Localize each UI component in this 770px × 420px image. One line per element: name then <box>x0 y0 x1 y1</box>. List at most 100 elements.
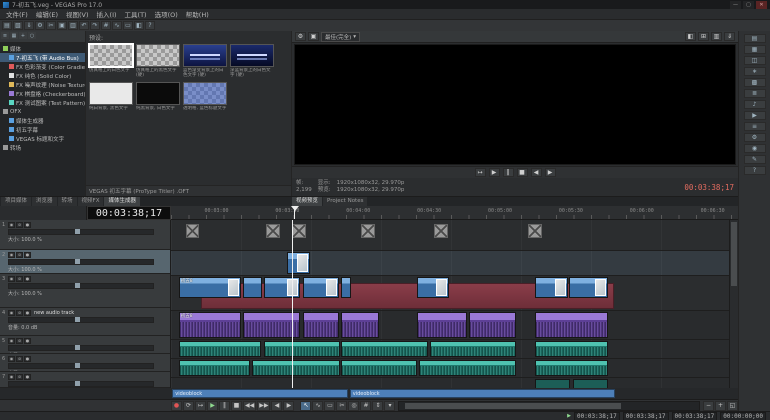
dock-transitions-icon[interactable]: ◫ <box>744 56 766 65</box>
track-solo-button[interactable]: ● <box>24 356 31 362</box>
new-preset-icon[interactable]: + <box>19 32 27 39</box>
videoblock-event[interactable]: videoblock <box>350 389 615 398</box>
preview-prev-frame-button[interactable]: ◀ <box>531 168 542 177</box>
menu-item[interactable]: 帮助(H) <box>182 9 213 19</box>
stop-button[interactable]: ■ <box>231 401 242 411</box>
track-level-slider[interactable] <box>8 229 154 235</box>
timeline-horizontal-scrollbar[interactable] <box>398 401 700 411</box>
clip-purple[interactable] <box>303 312 339 338</box>
search-icon[interactable]: ○ <box>28 32 36 39</box>
edit-cursor-ruler[interactable] <box>294 206 295 219</box>
menu-item[interactable]: 插入(I) <box>93 9 121 19</box>
dock-media-generators-icon[interactable]: ▩ <box>744 78 766 87</box>
status-timecode[interactable]: 00:03:38;17 <box>574 412 620 420</box>
preview-pause-button[interactable]: ‖ <box>503 168 514 177</box>
track-level-slider[interactable] <box>8 317 154 323</box>
play-from-start-button[interactable]: ↦ <box>195 401 206 411</box>
track-solo-button[interactable]: ● <box>24 374 31 380</box>
track-lane[interactable] <box>171 220 729 251</box>
timeline-tracks-area[interactable]: 初五8 初五8 <box>171 220 729 388</box>
copy-snapshot-icon[interactable]: ▥ <box>711 32 722 41</box>
track-header[interactable]: 2 ◉ ⊘ ● 大小: 100.0 % <box>0 250 170 274</box>
clip-purple[interactable] <box>469 312 516 338</box>
preset-item[interactable]: 透明格, 蓝色标题文字 <box>183 82 227 117</box>
tree-item[interactable]: FX 测试图案 (Test Pattern) <box>0 98 85 107</box>
clip-bluehalf[interactable] <box>341 277 351 298</box>
track-automation-button[interactable]: ◉ <box>8 310 15 316</box>
clip-teal[interactable] <box>252 360 340 376</box>
help-icon[interactable]: ? <box>145 21 155 30</box>
external-monitor-icon[interactable]: ▣ <box>308 32 319 41</box>
track-solo-button[interactable]: ● <box>24 222 31 228</box>
tree-item[interactable]: 媒体生成器 <box>0 116 85 125</box>
clip-teal[interactable] <box>179 341 262 357</box>
track-level-slider[interactable] <box>8 259 154 265</box>
clip-xfade[interactable] <box>266 224 280 238</box>
track-header[interactable]: 7 ◉ ⊘ ● 音量: 0.0 dB <box>0 372 170 388</box>
preview-quality-dropdown[interactable]: 最佳(完全) ▾ <box>321 32 360 42</box>
clip-bluehalf[interactable] <box>535 277 567 298</box>
track-lane[interactable]: 初五8 <box>171 311 729 340</box>
track-level-slider[interactable] <box>8 283 154 289</box>
tree-item[interactable]: 7-初五飞 (带 Audio Bus) <box>0 53 85 62</box>
record-button[interactable]: ● <box>171 401 182 411</box>
clip-teal[interactable] <box>179 360 250 376</box>
clip-bluehalf[interactable] <box>243 277 262 298</box>
open-project-icon[interactable]: ▧ <box>13 21 23 30</box>
auto-crossfade-icon[interactable]: ∿ <box>112 21 122 30</box>
snapping-icon[interactable]: # <box>101 21 111 30</box>
clip-bluehalf[interactable] <box>569 277 608 298</box>
menu-item[interactable]: 编辑(E) <box>32 9 62 19</box>
track-automation-button[interactable]: ◉ <box>8 222 15 228</box>
track-lane[interactable] <box>171 359 729 378</box>
track-mute-button[interactable]: ⊘ <box>16 222 23 228</box>
tree-item[interactable]: FX 噪声纹理 (Noise Texture) <box>0 80 85 89</box>
new-project-icon[interactable]: ▤ <box>2 21 12 30</box>
track-header[interactable]: 3 ◉ ⊘ ● 大小: 100.0 % <box>0 274 170 308</box>
preview-project-properties-icon[interactable]: ⚙ <box>295 32 306 41</box>
new audio track[interactable]: 4 ◉ ⊘ ● new audio track 音量: 0.0 dB <box>0 308 170 336</box>
split-tool-button[interactable]: ✂ <box>336 401 347 411</box>
lock-envelopes-icon[interactable]: ◧ <box>134 21 144 30</box>
track-mute-button[interactable]: ⊘ <box>16 338 23 344</box>
scrollbar-thumb[interactable] <box>731 222 737 286</box>
time-ruler[interactable]: 00:03:0000:03:3000:04:0000:04:3000:05:00… <box>171 206 738 220</box>
clip-teal[interactable] <box>430 341 516 357</box>
clip-teal[interactable] <box>264 341 340 357</box>
track-solo-button[interactable]: ● <box>24 252 31 258</box>
status-timecode[interactable]: 00:03:38;17 <box>623 412 669 420</box>
dock-project-notes-icon[interactable]: ✎ <box>744 155 766 164</box>
cut-icon[interactable]: ✂ <box>46 21 56 30</box>
menu-item[interactable]: 文件(F) <box>2 9 32 19</box>
preview-play-from-start-button[interactable]: ↦ <box>475 168 486 177</box>
track-mute-button[interactable]: ⊘ <box>16 310 23 316</box>
clip-purple[interactable] <box>535 312 608 338</box>
clip-teal[interactable] <box>341 341 427 357</box>
copy-icon[interactable]: ▣ <box>57 21 67 30</box>
track-lane[interactable] <box>171 378 729 388</box>
prev-frame-button[interactable]: ◀ <box>271 401 282 411</box>
dock-project-media-icon[interactable]: ▦ <box>744 45 766 54</box>
dock-video-fx-icon[interactable]: ∗ <box>744 67 766 76</box>
dock-tab[interactable]: Project Notes <box>323 197 367 206</box>
dock-tab[interactable]: 转场 <box>58 197 77 206</box>
envelope-edit-tool-button[interactable]: ∿ <box>312 401 323 411</box>
clip-xfade[interactable] <box>292 224 306 238</box>
clip-purple[interactable]: 初五8 <box>179 312 241 338</box>
preview-next-frame-button[interactable]: ▶ <box>545 168 556 177</box>
dock-tab[interactable]: 视频预览 <box>292 197 322 206</box>
preview-play-button[interactable]: ▶ <box>489 168 500 177</box>
clip-blue[interactable] <box>287 252 310 274</box>
track-solo-button[interactable]: ● <box>24 338 31 344</box>
overlay-grid-icon[interactable]: ⊞ <box>698 32 709 41</box>
dock-video-scopes-icon[interactable]: ◉ <box>744 144 766 153</box>
expand-track-layers-button[interactable]: ⇕ <box>372 401 383 411</box>
auto-ripple-icon[interactable]: ▭ <box>123 21 133 30</box>
clip-xfade[interactable] <box>186 224 200 238</box>
menu-item[interactable]: 选项(O) <box>151 9 182 19</box>
videoblock-event[interactable]: videoblock <box>172 389 348 398</box>
dock-tab[interactable]: 媒体生成器 <box>104 197 140 206</box>
clip-bluehalf[interactable]: 初五8 <box>179 277 241 298</box>
track-lane[interactable] <box>171 340 729 359</box>
clip-teal[interactable] <box>341 360 417 376</box>
